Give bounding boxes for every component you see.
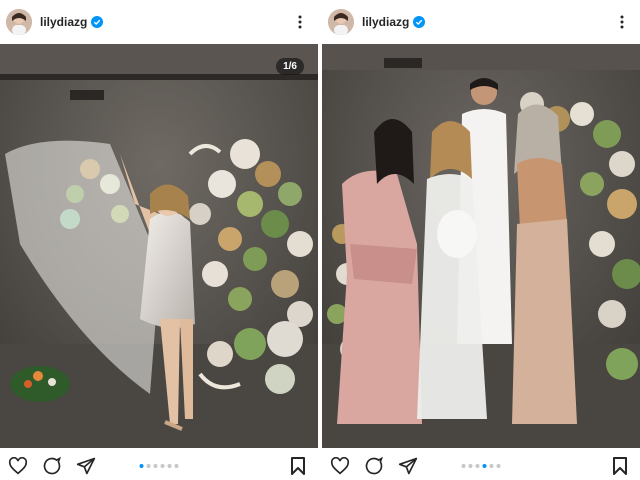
avatar[interactable] [328, 9, 354, 35]
username[interactable]: lilydiazg [40, 15, 87, 29]
carousel-dot [167, 464, 172, 468]
carousel-dot [475, 464, 480, 468]
username[interactable]: lilydiazg [362, 15, 409, 29]
carousel-dot [174, 464, 179, 468]
more-options-icon[interactable] [292, 14, 308, 30]
heart-icon[interactable] [6, 454, 30, 478]
verified-badge-icon [91, 16, 104, 28]
carousel-dot [489, 464, 494, 468]
photo-counter: 1/6 [276, 58, 304, 75]
post-header: lilydiazg [0, 0, 318, 44]
carousel-dot [139, 464, 144, 468]
carousel-dot [468, 464, 473, 468]
carousel-dot [153, 464, 158, 468]
post-left: lilydiazg 1/6 [0, 0, 318, 480]
carousel-dot [482, 464, 487, 468]
post-actions [322, 452, 640, 480]
heart-icon[interactable] [328, 454, 352, 478]
carousel-dot [496, 464, 501, 468]
post-header: lilydiazg [322, 0, 640, 44]
carousel-indicator [461, 464, 501, 468]
bookmark-icon[interactable] [612, 456, 628, 476]
verified-badge-icon [413, 16, 426, 28]
post-photo[interactable] [322, 44, 640, 448]
comment-icon[interactable] [40, 454, 64, 478]
carousel-indicator [139, 464, 179, 468]
more-options-icon[interactable] [614, 14, 630, 30]
send-icon[interactable] [74, 454, 98, 478]
send-icon[interactable] [396, 454, 420, 478]
comment-icon[interactable] [362, 454, 386, 478]
bookmark-icon[interactable] [290, 456, 306, 476]
post-actions [0, 452, 318, 480]
post-photo[interactable] [0, 44, 318, 448]
avatar[interactable] [6, 9, 32, 35]
carousel-dot [461, 464, 466, 468]
post-right: lilydiazg [322, 0, 640, 480]
carousel-dot [160, 464, 165, 468]
carousel-dot [146, 464, 151, 468]
